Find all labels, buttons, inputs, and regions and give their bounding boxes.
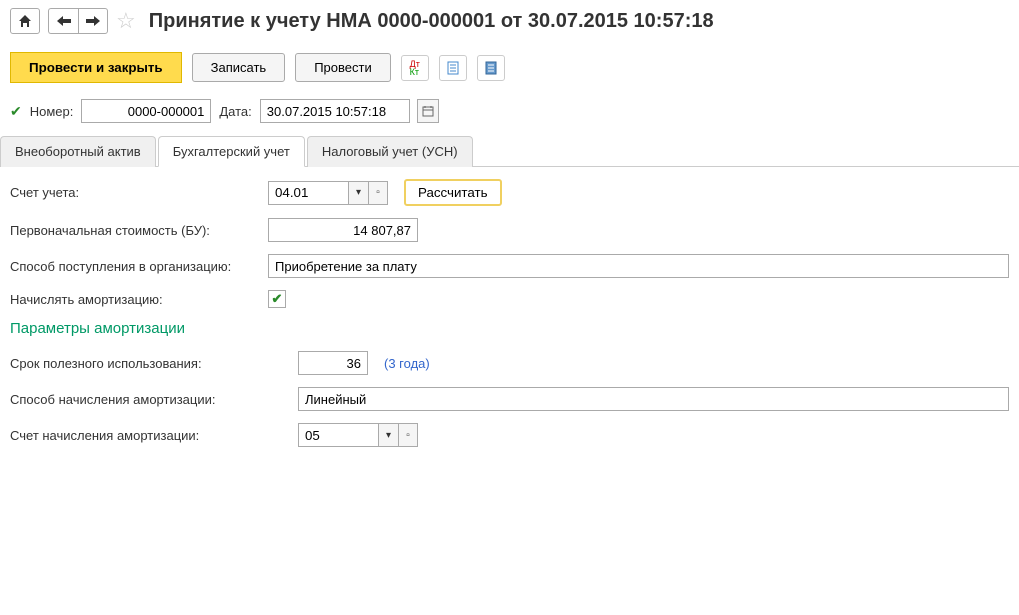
document-icon-button[interactable]	[439, 55, 467, 81]
account-label: Счет учета:	[10, 185, 260, 200]
page-title: Принятие к учету НМА 0000-000001 от 30.0…	[149, 10, 714, 33]
calendar-icon-button[interactable]	[417, 99, 439, 123]
amortization-section-title: Параметры амортизации	[10, 320, 1009, 337]
account-dropdown-icon[interactable]: ▾	[348, 181, 368, 205]
account-input[interactable]	[268, 181, 348, 205]
post-and-close-button[interactable]: Провести и закрыть	[10, 52, 182, 83]
useful-life-input[interactable]	[298, 351, 368, 375]
useful-life-hint: (3 года)	[384, 356, 430, 371]
date-input[interactable]	[260, 99, 410, 123]
posted-checkmark-icon: ✔	[10, 103, 22, 120]
tab-noncurrent-asset[interactable]: Внеоборотный актив	[0, 136, 156, 167]
post-button[interactable]: Провести	[295, 53, 391, 82]
amortization-account-open-icon[interactable]: ▫	[398, 423, 418, 447]
amortization-method-input[interactable]	[298, 387, 1009, 411]
amortization-method-label: Способ начисления амортизации:	[10, 392, 290, 407]
back-button[interactable]	[48, 8, 78, 34]
calculate-button[interactable]: Рассчитать	[404, 179, 502, 206]
home-button[interactable]	[10, 8, 40, 34]
date-label: Дата:	[219, 104, 251, 119]
amortization-account-label: Счет начисления амортизации:	[10, 428, 290, 443]
favorite-star-icon[interactable]: ☆	[116, 8, 136, 34]
number-label: Номер:	[30, 104, 74, 119]
useful-life-label: Срок полезного использования:	[10, 356, 290, 371]
amortization-account-input[interactable]	[298, 423, 378, 447]
amortization-checkbox[interactable]: ✔	[268, 290, 286, 308]
tab-accounting[interactable]: Бухгалтерский учет	[158, 136, 305, 167]
amortization-account-dropdown-icon[interactable]: ▾	[378, 423, 398, 447]
account-open-icon[interactable]: ▫	[368, 181, 388, 205]
list-icon-button[interactable]	[477, 55, 505, 81]
save-button[interactable]: Записать	[192, 53, 286, 82]
receipt-method-label: Способ поступления в организацию:	[10, 259, 260, 274]
amortization-flag-label: Начислять амортизацию:	[10, 292, 260, 307]
initial-cost-input[interactable]	[268, 218, 418, 242]
initial-cost-label: Первоначальная стоимость (БУ):	[10, 223, 260, 238]
tab-tax-usn[interactable]: Налоговый учет (УСН)	[307, 136, 473, 167]
forward-button[interactable]	[78, 8, 108, 34]
number-input[interactable]	[81, 99, 211, 123]
receipt-method-input[interactable]	[268, 254, 1009, 278]
dt-kt-icon-button[interactable]: ДтКт	[401, 55, 429, 81]
